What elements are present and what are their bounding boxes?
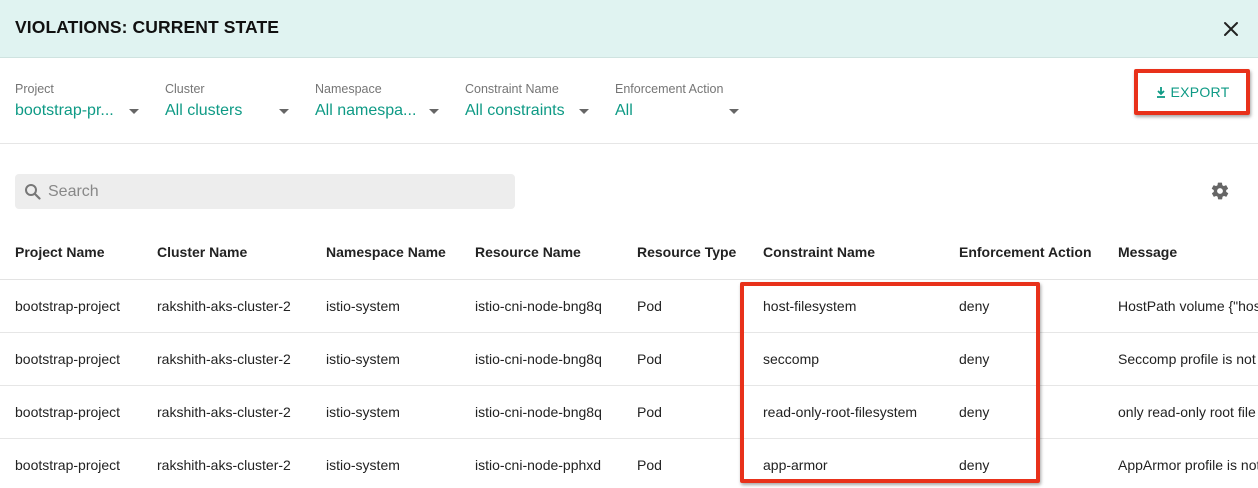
cell-resource-type: Pod [637, 298, 662, 314]
filter-label: Project [15, 82, 54, 96]
cell-message: AppArmor profile is not [1118, 457, 1258, 473]
chevron-down-icon [579, 108, 589, 114]
chevron-down-icon [429, 108, 439, 114]
cell-constraint-name: seccomp [763, 351, 820, 367]
filter-cluster-select[interactable]: All clusters [165, 102, 289, 120]
filter-constraint-name[interactable]: Constraint Name All constraints [465, 82, 589, 120]
filter-value: bootstrap-pr... [15, 102, 114, 119]
cell-resource-type: Pod [637, 457, 662, 473]
filter-value: All [615, 102, 633, 119]
cell-message: Seccomp profile is not [1118, 351, 1256, 367]
column-header-constraint-name[interactable]: Constraint Name [763, 244, 875, 260]
cell-resource-name: istio-cni-node-bng8q [475, 351, 602, 367]
cell-namespace-name: istio-system [326, 457, 400, 473]
cell-cluster-name: rakshith-aks-cluster-2 [157, 298, 291, 314]
table-row[interactable]: bootstrap-project rakshith-aks-cluster-2… [0, 280, 1258, 333]
cell-constraint-name: host-filesystem [763, 298, 857, 314]
cell-enforcement-action: deny [959, 457, 990, 473]
filter-label: Cluster [165, 82, 205, 96]
filter-value: All namespa... [315, 102, 417, 119]
column-header-cluster-name[interactable]: Cluster Name [157, 244, 247, 260]
cell-resource-name: istio-cni-node-pphxd [475, 457, 602, 473]
column-header-message[interactable]: Message [1118, 244, 1177, 260]
filter-label: Enforcement Action [615, 82, 724, 96]
cell-enforcement-action: deny [959, 351, 990, 367]
cell-constraint-name: app-armor [763, 457, 828, 473]
filter-value: All constraints [465, 102, 565, 119]
column-header-resource-name[interactable]: Resource Name [475, 244, 581, 260]
cell-resource-name: istio-cni-node-bng8q [475, 404, 602, 420]
cell-enforcement-action: deny [959, 298, 990, 314]
cell-cluster-name: rakshith-aks-cluster-2 [157, 351, 291, 367]
chevron-down-icon [279, 108, 289, 114]
close-button[interactable] [1218, 16, 1244, 42]
table-header: Project Name Cluster Name Namespace Name… [0, 226, 1258, 280]
column-header-enforcement-action[interactable]: Enforcement Action [959, 244, 1092, 260]
cell-cluster-name: rakshith-aks-cluster-2 [157, 457, 291, 473]
search-icon [24, 183, 42, 201]
table-row[interactable]: bootstrap-project rakshith-aks-cluster-2… [0, 386, 1258, 439]
chevron-down-icon [129, 108, 139, 114]
filter-enforcement-action[interactable]: Enforcement Action All [615, 82, 739, 120]
chevron-down-icon [729, 108, 739, 114]
filter-namespace[interactable]: Namespace All namespa... [315, 82, 439, 120]
export-button[interactable]: EXPORT [1153, 80, 1233, 104]
filter-cluster[interactable]: Cluster All clusters [165, 82, 289, 120]
cell-resource-type: Pod [637, 351, 662, 367]
table-row[interactable]: bootstrap-project rakshith-aks-cluster-2… [0, 333, 1258, 386]
filter-label: Constraint Name [465, 82, 559, 96]
cell-constraint-name: read-only-root-filesystem [763, 404, 918, 420]
cell-message: only read-only root file [1118, 404, 1256, 420]
filter-project[interactable]: Project bootstrap-pr... [15, 82, 139, 120]
cell-namespace-name: istio-system [326, 404, 400, 420]
dialog-title: VIOLATIONS: CURRENT STATE [15, 17, 280, 37]
export-label: EXPORT [1170, 84, 1230, 100]
search-box[interactable] [15, 174, 515, 209]
cell-project-name: bootstrap-project [15, 457, 121, 473]
cell-cluster-name: rakshith-aks-cluster-2 [157, 404, 291, 420]
cell-project-name: bootstrap-project [15, 404, 121, 420]
gear-icon [1211, 182, 1229, 200]
filter-value: All clusters [165, 102, 243, 119]
column-header-project-name[interactable]: Project Name [15, 244, 104, 260]
cell-resource-type: Pod [637, 404, 662, 420]
cell-project-name: bootstrap-project [15, 298, 121, 314]
filter-enforcement-select[interactable]: All [615, 102, 739, 120]
filter-bar: Project bootstrap-pr... Cluster All clus… [0, 58, 1258, 144]
table-row[interactable]: bootstrap-project rakshith-aks-cluster-2… [0, 439, 1258, 488]
column-header-resource-type[interactable]: Resource Type [637, 244, 736, 260]
close-icon [1224, 22, 1238, 36]
dialog-header: VIOLATIONS: CURRENT STATE [0, 0, 1258, 58]
filter-label: Namespace [315, 82, 382, 96]
search-input[interactable] [48, 182, 488, 201]
cell-resource-name: istio-cni-node-bng8q [475, 298, 602, 314]
download-icon [1157, 86, 1166, 98]
filter-project-select[interactable]: bootstrap-pr... [15, 102, 139, 120]
cell-namespace-name: istio-system [326, 298, 400, 314]
column-header-namespace-name[interactable]: Namespace Name [326, 244, 446, 260]
cell-enforcement-action: deny [959, 404, 990, 420]
cell-namespace-name: istio-system [326, 351, 400, 367]
table-settings-button[interactable] [1210, 181, 1232, 203]
cell-message: HostPath volume {"hos [1118, 298, 1258, 314]
filter-namespace-select[interactable]: All namespa... [315, 102, 439, 120]
cell-project-name: bootstrap-project [15, 351, 121, 367]
filter-constraint-select[interactable]: All constraints [465, 102, 589, 120]
